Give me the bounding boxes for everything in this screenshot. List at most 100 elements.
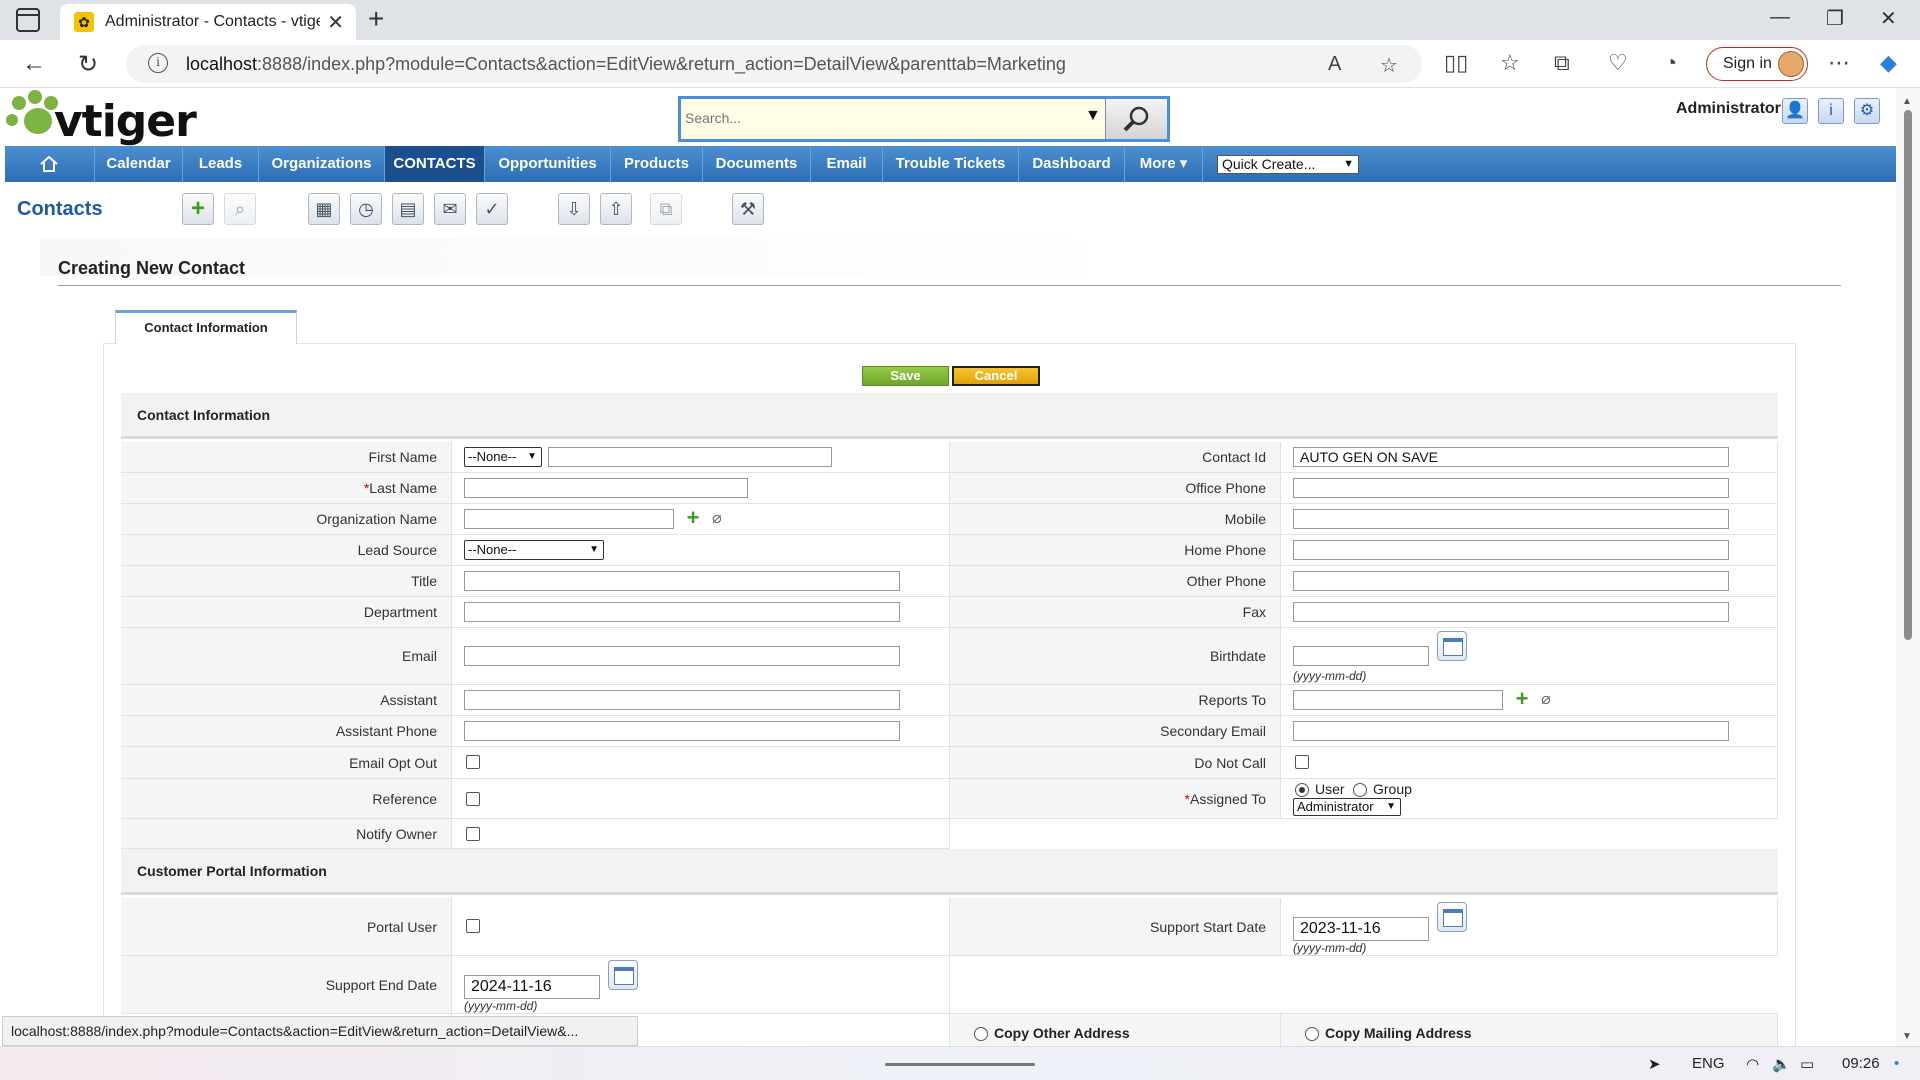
menu-more[interactable]: More ▾	[1125, 146, 1203, 182]
tab-contact-information[interactable]: Contact Information	[115, 310, 297, 344]
menu-organizations[interactable]: Organizations	[259, 146, 385, 182]
notification-icon[interactable]: •	[1894, 1055, 1899, 1072]
department-input[interactable]	[464, 602, 900, 622]
menu-trouble-tickets[interactable]: Trouble Tickets	[883, 146, 1019, 182]
minimize-icon[interactable]: —	[1770, 6, 1790, 29]
assistant-input[interactable]	[464, 690, 900, 710]
notify-owner-checkbox[interactable]	[466, 827, 480, 841]
search-dropdown-icon[interactable]: ▼	[1085, 107, 1101, 125]
calendar-icon[interactable]: ▦	[308, 193, 340, 225]
favorite-star-icon[interactable]: ☆	[1380, 53, 1398, 78]
tab-close-icon[interactable]: ✕	[327, 10, 344, 35]
menu-dashboard[interactable]: Dashboard	[1019, 146, 1125, 182]
home-phone-input[interactable]	[1293, 540, 1729, 560]
url-field[interactable]: i localhost:8888/index.php?module=Contac…	[126, 45, 1422, 83]
quick-create-select[interactable]: Quick Create... ▼	[1217, 155, 1359, 174]
assigned-user-select[interactable]: Administrator ▼	[1293, 798, 1401, 816]
read-aloud-icon[interactable]: A	[1328, 53, 1341, 76]
restore-icon[interactable]: ❐	[1826, 6, 1844, 31]
settings-gear-icon[interactable]: ⚙	[1854, 98, 1880, 124]
title-input[interactable]	[464, 571, 900, 591]
menu-home[interactable]	[5, 146, 95, 182]
organization-name-input[interactable]	[464, 509, 674, 529]
select-reports-to-icon[interactable]: +	[1513, 688, 1531, 710]
location-icon[interactable]: ➤	[1648, 1055, 1661, 1073]
more-options-icon[interactable]: ⋯	[1828, 50, 1850, 76]
menu-documents[interactable]: Documents	[703, 146, 811, 182]
import-icon[interactable]: ⇩	[558, 193, 590, 225]
copilot-icon[interactable]: ◆	[1880, 50, 1897, 76]
clear-reports-to-icon[interactable]: ⌀	[1537, 691, 1555, 709]
scroll-thumb[interactable]	[1904, 110, 1912, 640]
world-clock-icon[interactable]: ◷	[350, 193, 382, 225]
do-not-call-checkbox[interactable]	[1295, 755, 1309, 769]
split-screen-icon[interactable]: ▯▯	[1444, 50, 1468, 76]
language-indicator[interactable]: ENG	[1692, 1055, 1725, 1072]
performance-icon[interactable]: ♡	[1608, 50, 1628, 76]
module-title[interactable]: Contacts	[17, 198, 103, 221]
support-start-date-input[interactable]	[1293, 917, 1429, 941]
save-button[interactable]: Save	[862, 366, 949, 386]
mobile-input[interactable]	[1293, 509, 1729, 529]
back-arrow-icon[interactable]: ←	[22, 50, 46, 78]
email-input[interactable]	[464, 646, 900, 666]
last-viewed-icon[interactable]: ✓	[476, 193, 508, 225]
assign-user-radio[interactable]	[1295, 783, 1309, 797]
cancel-button[interactable]: Cancel	[952, 366, 1040, 386]
tab-actions-icon[interactable]	[16, 8, 40, 32]
copy-other-address-radio[interactable]	[974, 1027, 988, 1041]
last-name-input[interactable]	[464, 478, 748, 498]
new-tab-button[interactable]: +	[368, 3, 384, 35]
secondary-email-input[interactable]	[1293, 721, 1729, 741]
first-name-input[interactable]	[548, 447, 832, 467]
window-close-icon[interactable]: ✕	[1880, 6, 1897, 31]
copy-mailing-address-radio[interactable]	[1305, 1027, 1319, 1041]
clock-time[interactable]: 09:26	[1842, 1055, 1880, 1072]
volume-icon[interactable]: 🔈	[1772, 1055, 1791, 1073]
scroll-down-icon[interactable]: ▼	[1902, 1031, 1912, 1042]
support-end-date-input[interactable]	[464, 975, 600, 999]
wifi-icon[interactable]: ◠	[1746, 1055, 1759, 1073]
favorites-icon[interactable]: ☆	[1500, 50, 1520, 76]
menu-email[interactable]: Email	[811, 146, 883, 182]
assistant-phone-input[interactable]	[464, 721, 900, 741]
menu-contacts[interactable]: CONTACTS	[385, 146, 485, 182]
assign-group-radio[interactable]	[1353, 783, 1367, 797]
export-icon[interactable]: ⇧	[600, 193, 632, 225]
battery-icon[interactable]: ▭	[1800, 1055, 1814, 1073]
taskbar-handle[interactable]	[885, 1063, 1035, 1066]
calculator-icon[interactable]: ▤	[392, 193, 424, 225]
contact-id-input[interactable]	[1293, 447, 1729, 467]
menu-products[interactable]: Products	[611, 146, 703, 182]
chat-icon[interactable]: ✉	[434, 193, 466, 225]
portal-user-checkbox[interactable]	[466, 919, 480, 933]
search-input[interactable]	[685, 107, 1035, 129]
page-scrollbar[interactable]: ▲ ▼	[1896, 88, 1920, 1046]
fax-input[interactable]	[1293, 602, 1729, 622]
browser-tab[interactable]: ✿ Administrator - Contacts - vtiger ✕	[60, 4, 356, 40]
browser-essentials-icon[interactable]: ◔	[1664, 50, 1677, 76]
reference-checkbox[interactable]	[466, 792, 480, 806]
site-info-icon[interactable]: i	[148, 53, 168, 73]
vtiger-logo[interactable]: vtiger	[6, 90, 216, 147]
reports-to-input[interactable]	[1293, 690, 1503, 710]
scroll-up-icon[interactable]: ▲	[1902, 96, 1912, 107]
menu-leads[interactable]: Leads	[183, 146, 259, 182]
create-contact-icon[interactable]: +	[182, 193, 214, 225]
url-text[interactable]: localhost:8888/index.php?module=Contacts…	[186, 54, 1066, 75]
office-phone-input[interactable]	[1293, 478, 1729, 498]
email-opt-out-checkbox[interactable]	[466, 755, 480, 769]
menu-calendar[interactable]: Calendar	[95, 146, 183, 182]
collections-icon[interactable]: ⧉	[1554, 50, 1570, 76]
salutation-select[interactable]: --None-- ▼	[464, 447, 542, 467]
lead-source-select[interactable]: --None-- ▼	[464, 540, 604, 560]
admin-user-name[interactable]: Administrator	[1676, 100, 1781, 118]
sign-in-button[interactable]: Sign in	[1706, 47, 1808, 81]
module-settings-icon[interactable]: ⚒	[732, 193, 764, 225]
clear-organization-icon[interactable]: ⌀	[708, 510, 726, 528]
support-end-calendar-icon[interactable]	[608, 960, 638, 990]
birthdate-input[interactable]	[1293, 646, 1429, 666]
support-start-calendar-icon[interactable]	[1437, 902, 1467, 932]
select-organization-icon[interactable]: +	[684, 507, 702, 529]
my-preferences-icon[interactable]: 👤	[1782, 98, 1808, 124]
